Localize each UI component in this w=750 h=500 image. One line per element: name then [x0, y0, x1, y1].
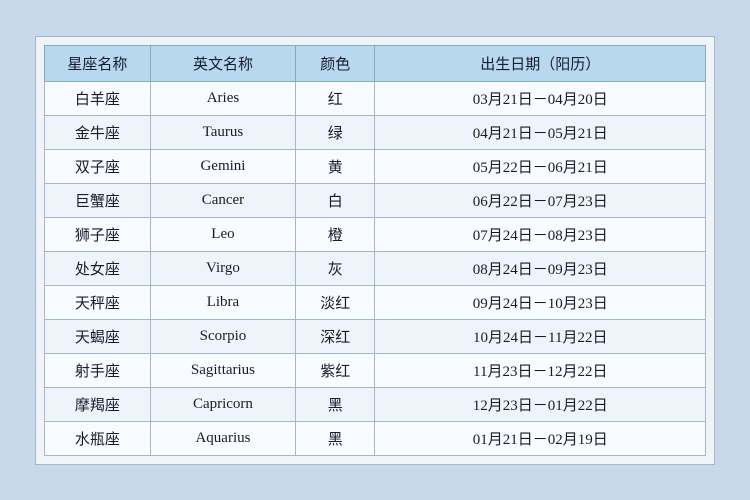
- header-zh: 星座名称: [45, 45, 151, 81]
- cell-color: 绿: [296, 115, 375, 149]
- cell-en: Gemini: [150, 149, 295, 183]
- cell-zh: 巨蟹座: [45, 183, 151, 217]
- table-row: 摩羯座Capricorn黑12月23日－01月22日: [45, 387, 706, 421]
- cell-color: 黑: [296, 421, 375, 455]
- cell-date: 10月24日－11月22日: [375, 319, 706, 353]
- cell-color: 淡红: [296, 285, 375, 319]
- table-row: 天秤座Libra淡红09月24日－10月23日: [45, 285, 706, 319]
- cell-en: Cancer: [150, 183, 295, 217]
- cell-zh: 天秤座: [45, 285, 151, 319]
- cell-color: 黄: [296, 149, 375, 183]
- cell-en: Taurus: [150, 115, 295, 149]
- cell-zh: 金牛座: [45, 115, 151, 149]
- cell-en: Aquarius: [150, 421, 295, 455]
- cell-zh: 白羊座: [45, 81, 151, 115]
- table-row: 天蝎座Scorpio深红10月24日－11月22日: [45, 319, 706, 353]
- table-row: 金牛座Taurus绿04月21日－05月21日: [45, 115, 706, 149]
- cell-color: 白: [296, 183, 375, 217]
- cell-date: 07月24日－08月23日: [375, 217, 706, 251]
- cell-en: Aries: [150, 81, 295, 115]
- cell-date: 11月23日－12月22日: [375, 353, 706, 387]
- table-row: 处女座Virgo灰08月24日－09月23日: [45, 251, 706, 285]
- cell-date: 08月24日－09月23日: [375, 251, 706, 285]
- cell-en: Scorpio: [150, 319, 295, 353]
- cell-date: 09月24日－10月23日: [375, 285, 706, 319]
- table-row: 狮子座Leo橙07月24日－08月23日: [45, 217, 706, 251]
- cell-color: 橙: [296, 217, 375, 251]
- table-row: 射手座Sagittarius紫红11月23日－12月22日: [45, 353, 706, 387]
- cell-date: 06月22日－07月23日: [375, 183, 706, 217]
- cell-zh: 处女座: [45, 251, 151, 285]
- table-row: 双子座Gemini黄05月22日－06月21日: [45, 149, 706, 183]
- cell-en: Libra: [150, 285, 295, 319]
- cell-date: 01月21日－02月19日: [375, 421, 706, 455]
- table-header-row: 星座名称 英文名称 颜色 出生日期（阳历）: [45, 45, 706, 81]
- table-body: 白羊座Aries红03月21日－04月20日金牛座Taurus绿04月21日－0…: [45, 81, 706, 455]
- cell-zh: 天蝎座: [45, 319, 151, 353]
- cell-date: 04月21日－05月21日: [375, 115, 706, 149]
- cell-color: 红: [296, 81, 375, 115]
- cell-zh: 双子座: [45, 149, 151, 183]
- cell-color: 灰: [296, 251, 375, 285]
- cell-date: 12月23日－01月22日: [375, 387, 706, 421]
- cell-color: 深红: [296, 319, 375, 353]
- cell-color: 紫红: [296, 353, 375, 387]
- header-color: 颜色: [296, 45, 375, 81]
- cell-en: Leo: [150, 217, 295, 251]
- cell-color: 黑: [296, 387, 375, 421]
- cell-zh: 水瓶座: [45, 421, 151, 455]
- cell-date: 03月21日－04月20日: [375, 81, 706, 115]
- cell-zh: 射手座: [45, 353, 151, 387]
- cell-zh: 摩羯座: [45, 387, 151, 421]
- table-row: 巨蟹座Cancer白06月22日－07月23日: [45, 183, 706, 217]
- cell-en: Sagittarius: [150, 353, 295, 387]
- zodiac-table-container: 星座名称 英文名称 颜色 出生日期（阳历） 白羊座Aries红03月21日－04…: [35, 36, 715, 465]
- header-date: 出生日期（阳历）: [375, 45, 706, 81]
- zodiac-table: 星座名称 英文名称 颜色 出生日期（阳历） 白羊座Aries红03月21日－04…: [44, 45, 706, 456]
- table-row: 白羊座Aries红03月21日－04月20日: [45, 81, 706, 115]
- header-en: 英文名称: [150, 45, 295, 81]
- cell-zh: 狮子座: [45, 217, 151, 251]
- cell-date: 05月22日－06月21日: [375, 149, 706, 183]
- cell-en: Virgo: [150, 251, 295, 285]
- cell-en: Capricorn: [150, 387, 295, 421]
- table-row: 水瓶座Aquarius黑01月21日－02月19日: [45, 421, 706, 455]
